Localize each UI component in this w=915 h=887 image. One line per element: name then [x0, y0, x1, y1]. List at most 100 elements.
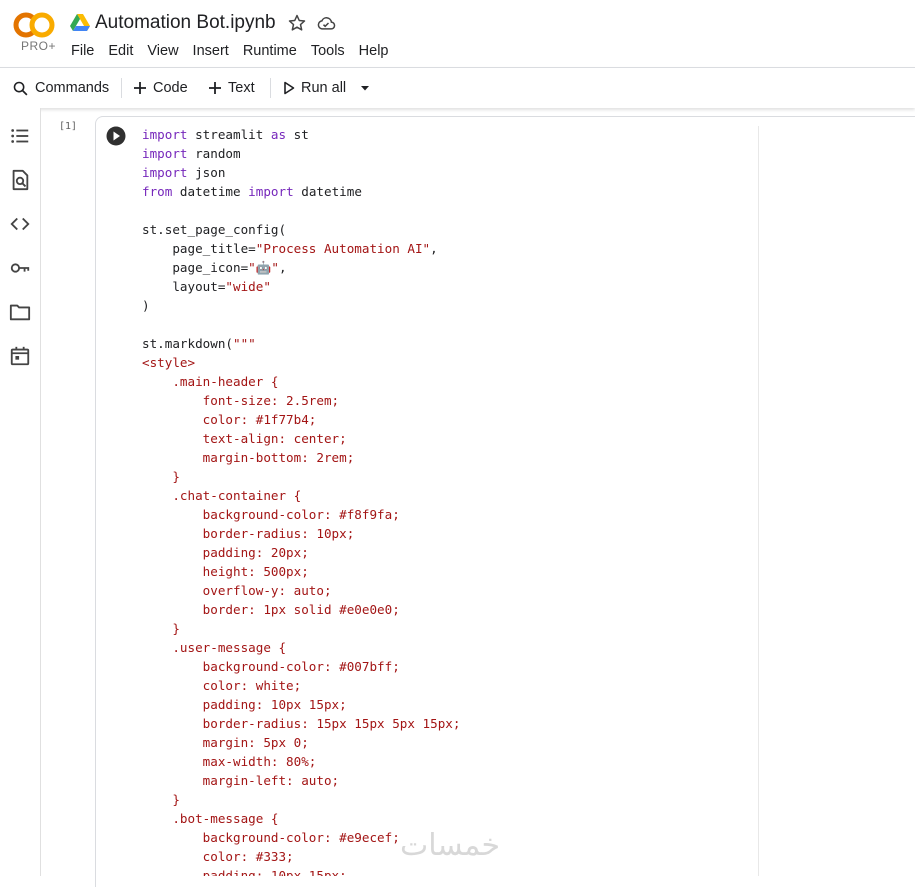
code-string: color: white; [142, 678, 302, 693]
find-replace-icon[interactable] [9, 169, 31, 191]
code-line: color: white; [142, 676, 752, 695]
plus-icon [134, 82, 146, 94]
code-line: color: #1f77b4; [142, 410, 752, 429]
code-string: "🤖" [248, 260, 280, 275]
plus-icon [209, 82, 221, 94]
watermark: خمسات [400, 828, 501, 863]
code-string: font-size: 2.5rem; [142, 393, 340, 408]
code-line: padding: 10px 15px; [142, 866, 752, 876]
code-line: import random [142, 144, 752, 163]
run-all-button[interactable]: Run all [283, 78, 346, 98]
code-string: margin-bottom: 2rem; [142, 450, 355, 465]
menu-runtime[interactable]: Runtime [243, 43, 297, 59]
notebook-title[interactable]: Automation Bot.ipynb [95, 12, 276, 34]
google-drive-icon [70, 14, 90, 31]
code-line: border-radius: 10px; [142, 524, 752, 543]
code-snippets-icon[interactable] [9, 213, 31, 235]
code-line: border: 1px solid #e0e0e0; [142, 600, 752, 619]
code-string: overflow-y: auto; [142, 583, 332, 598]
code-text: streamlit [187, 127, 271, 142]
code-string: background-color: #f8f9fa; [142, 507, 400, 522]
commands-button[interactable]: Commands [12, 78, 109, 98]
run-all-label: Run all [301, 80, 347, 96]
code-line: st.markdown(""" [142, 334, 752, 353]
code-string: } [142, 469, 180, 484]
search-icon [13, 81, 28, 95]
code-keyword: as [270, 127, 287, 142]
code-line: import streamlit as st [142, 125, 752, 144]
code-string: color: #1f77b4; [142, 412, 317, 427]
code-text: , [430, 241, 438, 256]
code-text: ) [142, 298, 150, 313]
code-line: padding: 10px 15px; [142, 695, 752, 714]
run-cell-button[interactable] [106, 126, 126, 146]
code-string: max-width: 80%; [142, 754, 317, 769]
code-line: page_icon="🤖", [142, 258, 752, 277]
code-string: border: 1px solid #e0e0e0; [142, 602, 400, 617]
plan-badge: PRO+ [21, 39, 57, 53]
code-text: json [187, 165, 226, 180]
code-string: margin: 5px 0; [142, 735, 309, 750]
code-text: page_title= [142, 241, 256, 256]
toolbar-divider [270, 78, 271, 98]
commands-label: Commands [35, 80, 110, 96]
menu-help[interactable]: Help [359, 43, 389, 59]
table-of-contents-icon[interactable] [9, 125, 31, 147]
code-line: ) [142, 296, 752, 315]
code-string: .user-message { [142, 640, 287, 655]
code-line: background-color: #007bff; [142, 657, 752, 676]
code-line: border-radius: 15px 15px 5px 15px; [142, 714, 752, 733]
menu-file[interactable]: File [71, 43, 94, 59]
code-line: .user-message { [142, 638, 752, 657]
code-string: height: 500px; [142, 564, 309, 579]
menu-insert[interactable]: Insert [193, 43, 229, 59]
code-string: margin-left: auto; [142, 773, 340, 788]
code-line: max-width: 80%; [142, 752, 752, 771]
code-keyword: import [142, 165, 188, 180]
code-keyword: from [142, 184, 173, 199]
code-text: random [187, 146, 241, 161]
play-outline-icon [284, 81, 295, 95]
cloud-saved-icon[interactable] [315, 13, 337, 33]
header-bar: PRO+ Automation Bot.ipynb File Edit View… [0, 0, 915, 66]
code-text: , [279, 260, 287, 275]
code-string: .bot-message { [142, 811, 279, 826]
code-string: "wide" [225, 279, 271, 294]
calendar-icon[interactable] [9, 345, 31, 367]
add-code-button[interactable]: Code [133, 78, 188, 98]
run-all-dropdown[interactable] [360, 78, 376, 98]
code-keyword: import [142, 127, 188, 142]
code-string: background-color: #007bff; [142, 659, 400, 674]
files-folder-icon[interactable] [9, 301, 31, 323]
menu-edit[interactable]: Edit [108, 43, 133, 59]
code-string: "Process Automation AI" [255, 241, 431, 256]
text-label: Text [228, 80, 255, 96]
code-line: <style> [142, 353, 752, 372]
star-icon[interactable] [287, 13, 307, 33]
menu-tools[interactable]: Tools [311, 43, 345, 59]
code-string: """ [233, 336, 256, 351]
code-keyword: import [142, 146, 188, 161]
code-line: import json [142, 163, 752, 182]
execution-count: [1] [59, 121, 78, 132]
code-line: margin: 5px 0; [142, 733, 752, 752]
code-string: .chat-container { [142, 488, 302, 503]
code-text: st [286, 127, 309, 142]
code-string: } [142, 621, 180, 636]
code-text: layout= [142, 279, 226, 294]
add-text-button[interactable]: Text [208, 78, 255, 98]
code-editor[interactable]: import streamlit as st import random impor… [142, 125, 752, 876]
code-string: padding: 10px 15px; [142, 868, 347, 876]
code-line: .bot-message { [142, 809, 752, 828]
code-string: padding: 20px; [142, 545, 309, 560]
code-line: page_title="Process Automation AI", [142, 239, 752, 258]
menu-view[interactable]: View [147, 43, 178, 59]
code-line: background-color: #f8f9fa; [142, 505, 752, 524]
code-line: layout="wide" [142, 277, 752, 296]
code-string: border-radius: 15px 15px 5px 15px; [142, 716, 461, 731]
code-line: } [142, 619, 752, 638]
code-line: } [142, 467, 752, 486]
secrets-key-icon[interactable] [9, 257, 31, 279]
code-text: page_icon= [142, 260, 249, 275]
